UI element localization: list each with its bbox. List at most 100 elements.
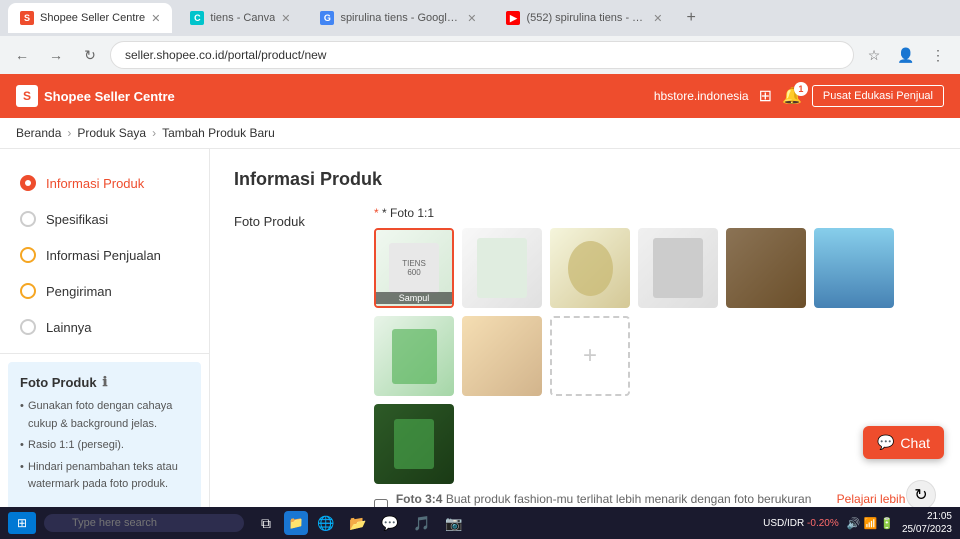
youtube-favicon: ▶: [506, 11, 520, 25]
header-icon-group: ⊞ 🔔 1: [759, 86, 802, 106]
app-header: S Shopee Seller Centre hbstore.indonesia…: [0, 74, 960, 118]
photo-label: Foto Produk: [234, 206, 374, 510]
add-photo-button[interactable]: +: [550, 316, 630, 396]
sidebar-label-lainnya: Lainnya: [46, 320, 92, 335]
tab-canva-title: tiens - Canva: [210, 12, 275, 24]
tab-google-title: spirulina tiens - Google Penelus...: [340, 12, 461, 24]
bookmark-button[interactable]: ☆: [860, 41, 888, 69]
reload-button[interactable]: ↻: [76, 41, 104, 69]
whatsapp-icon[interactable]: 💬: [376, 509, 404, 537]
google-favicon: G: [320, 11, 334, 25]
taskbar-app-icons: ⧉ 📁 🌐 📂 💬 🎵 📷: [252, 509, 468, 537]
rotation-area: ↻: [374, 480, 936, 510]
edu-button[interactable]: Pusat Edukasi Penjual: [812, 85, 944, 107]
tab-youtube-title: (552) spirulina tiens - YouTube: [526, 12, 647, 24]
sidebar-item-pengiriman[interactable]: Pengiriman: [0, 273, 209, 309]
taskbar-search-wrap: 🔍: [44, 514, 244, 532]
taskview-icon[interactable]: ⧉: [252, 509, 280, 537]
close-tab-canva[interactable]: ✕: [281, 12, 290, 25]
breadcrumb-sep-2: ›: [152, 126, 156, 140]
notification-badge: 1: [794, 82, 808, 96]
close-tab-google[interactable]: ✕: [467, 12, 476, 25]
tab-shopee[interactable]: S Shopee Seller Centre ✕: [8, 3, 172, 33]
photo-grid-row2: [374, 404, 936, 484]
sidebar-tip-3: Hindari penambahan teks atau watermark p…: [20, 459, 189, 494]
spotify-icon[interactable]: 🎵: [408, 509, 436, 537]
breadcrumb: Beranda › Produk Saya › Tambah Produk Ba…: [0, 118, 960, 149]
breadcrumb-sep-1: ›: [67, 126, 71, 140]
store-name: hbstore.indonesia: [654, 89, 749, 103]
photo-grid: TIENS600 Sampul: [374, 228, 936, 396]
exchange-rate: -0.20%: [807, 518, 839, 529]
sidebar-item-info-produk[interactable]: Informasi Produk: [0, 165, 209, 201]
photo-item-6[interactable]: [814, 228, 894, 308]
photo-required-label: * * Foto 1:1: [374, 206, 936, 220]
currency-info: USD/IDR -0.20%: [763, 518, 839, 529]
sidebar-item-lainnya[interactable]: Lainnya: [0, 309, 209, 345]
sidebar-item-info-penjualan[interactable]: Informasi Penjualan: [0, 237, 209, 273]
taskbar: ⊞ 🔍 ⧉ 📁 🌐 📂 💬 🎵 📷 USD/IDR -0.20% 🔊 📶 🔋 2…: [0, 507, 960, 539]
sidebar-dot-active: [20, 175, 36, 191]
main-layout: Informasi Produk Spesifikasi Informasi P…: [0, 149, 960, 537]
photo-item-7[interactable]: [374, 316, 454, 396]
taskbar-time: 21:05 25/07/2023: [902, 510, 952, 536]
photo-item-2[interactable]: [462, 228, 542, 308]
shopee-favicon: S: [20, 11, 34, 25]
browser-chrome: S Shopee Seller Centre ✕ C tiens - Canva…: [0, 0, 960, 74]
forward-button[interactable]: →: [42, 41, 70, 69]
notification-icon[interactable]: 🔔 1: [782, 86, 802, 106]
sidebar-dot-info-penjualan: [20, 247, 36, 263]
sidebar-section-title: Foto Produk ℹ: [20, 374, 189, 390]
sidebar-label-info-produk: Informasi Produk: [46, 176, 144, 191]
taskbar-start-button[interactable]: ⊞: [8, 512, 36, 534]
tab-canva[interactable]: C tiens - Canva ✕: [178, 3, 302, 33]
photo-item-9[interactable]: [374, 404, 454, 484]
sidebar-label-pengiriman: Pengiriman: [46, 284, 112, 299]
sidebar-label-info-penjualan: Informasi Penjualan: [46, 248, 161, 263]
tab-youtube[interactable]: ▶ (552) spirulina tiens - YouTube ✕: [494, 3, 674, 33]
address-input[interactable]: [110, 41, 854, 69]
photo-row: Foto Produk * * Foto 1:1 TIENS600 Sampul: [234, 206, 936, 510]
sidebar-item-spesifikasi[interactable]: Spesifikasi: [0, 201, 209, 237]
chat-label: Chat: [900, 435, 930, 451]
sidebar-dot-spesifikasi: [20, 211, 36, 227]
shopee-icon: S: [16, 85, 38, 107]
chat-button[interactable]: 💬 Chat: [863, 426, 944, 459]
form-section: Foto Produk * * Foto 1:1 TIENS600 Sampul: [210, 206, 960, 537]
photo-item-4[interactable]: [638, 228, 718, 308]
photo-item-8[interactable]: [462, 316, 542, 396]
photo-item-3[interactable]: [550, 228, 630, 308]
tab-google[interactable]: G spirulina tiens - Google Penelus... ✕: [308, 3, 488, 33]
back-button[interactable]: ←: [8, 41, 36, 69]
shopee-logo: S Shopee Seller Centre: [16, 85, 175, 107]
taskbar-search-input[interactable]: [44, 514, 244, 532]
rotation-button[interactable]: ↻: [906, 480, 936, 510]
canva-favicon: C: [190, 11, 204, 25]
menu-button[interactable]: ⋮: [924, 41, 952, 69]
photo-item-1[interactable]: TIENS600 Sampul: [374, 228, 454, 308]
grid-icon[interactable]: ⊞: [759, 86, 772, 106]
edge-icon[interactable]: 🌐: [312, 509, 340, 537]
camera-icon[interactable]: 📷: [440, 509, 468, 537]
tab-bar: S Shopee Seller Centre ✕ C tiens - Canva…: [0, 0, 960, 36]
photo-item-5[interactable]: [726, 228, 806, 308]
new-tab-button[interactable]: +: [680, 9, 701, 27]
breadcrumb-home[interactable]: Beranda: [16, 126, 61, 140]
profile-button[interactable]: 👤: [892, 41, 920, 69]
sidebar-dot-lainnya: [20, 319, 36, 335]
content-area: Informasi Produk Foto Produk * * Foto 1:…: [210, 149, 960, 537]
files-icon[interactable]: 📂: [344, 509, 372, 537]
sidebar-label-spesifikasi: Spesifikasi: [46, 212, 108, 227]
sidebar-dot-pengiriman: [20, 283, 36, 299]
explorer-icon[interactable]: 📁: [284, 511, 308, 535]
sidebar-tips: Gunakan foto dengan cahaya cukup & backg…: [20, 398, 189, 494]
info-icon: ℹ: [103, 374, 108, 390]
close-tab-shopee[interactable]: ✕: [151, 12, 160, 25]
sidebar-tip-2: Rasio 1:1 (persegi).: [20, 437, 189, 455]
sidebar-foto-produk-section: Foto Produk ℹ Gunakan foto dengan cahaya…: [8, 362, 201, 510]
windows-icon: ⊞: [17, 516, 27, 530]
close-tab-youtube[interactable]: ✕: [653, 12, 662, 25]
address-bar-row: ← → ↻ ☆ 👤 ⋮: [0, 36, 960, 74]
breadcrumb-products[interactable]: Produk Saya: [77, 126, 146, 140]
photo-content: * * Foto 1:1 TIENS600 Sampul: [374, 206, 936, 510]
